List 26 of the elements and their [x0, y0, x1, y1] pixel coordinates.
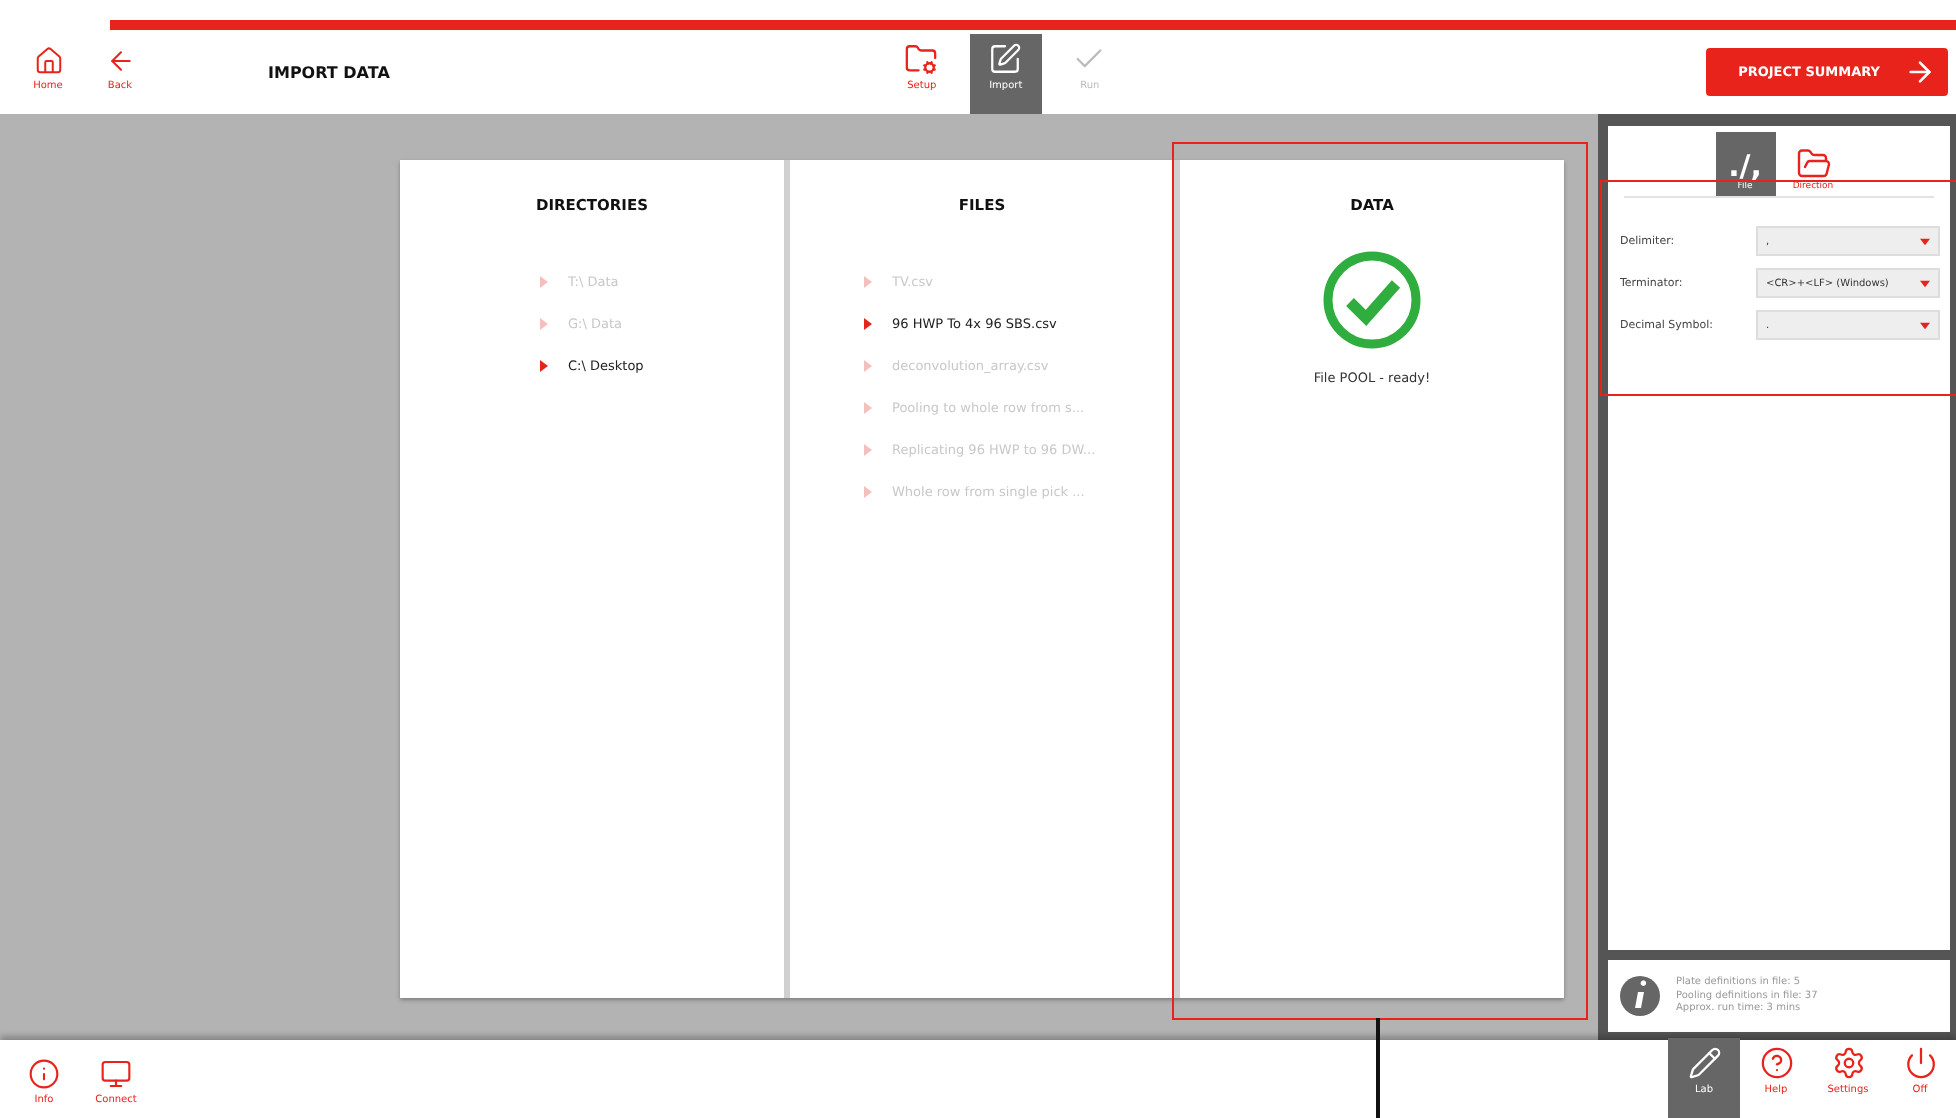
folder-gear-icon [904, 42, 939, 76]
triangle-icon [864, 360, 872, 372]
triangle-icon [864, 444, 872, 456]
page-title: IMPORT DATA [268, 63, 390, 81]
folder-icon [1795, 146, 1831, 182]
triangle-icon [864, 276, 872, 288]
question-mark-icon [1759, 1046, 1793, 1080]
monitor-icon [100, 1058, 132, 1090]
info-icon [28, 1058, 60, 1090]
caret-icon [1920, 321, 1930, 329]
info-icon [1620, 976, 1660, 1016]
triangle-icon [540, 318, 548, 330]
caret-icon [1920, 237, 1930, 245]
gear-icon [1831, 1046, 1865, 1080]
triangle-icon [864, 402, 872, 414]
pencil-icon [1687, 1046, 1721, 1080]
triangle-icon [540, 360, 548, 372]
triangle-icon [540, 276, 548, 288]
home-icon [33, 46, 63, 76]
leader-line [1376, 1018, 1379, 1118]
power-icon [1903, 1046, 1937, 1080]
caret-icon [1920, 279, 1930, 287]
triangle-icon [864, 318, 872, 330]
triangle-icon [864, 486, 872, 498]
check-circle-icon [1322, 250, 1422, 350]
pencil-square-icon [988, 42, 1023, 76]
